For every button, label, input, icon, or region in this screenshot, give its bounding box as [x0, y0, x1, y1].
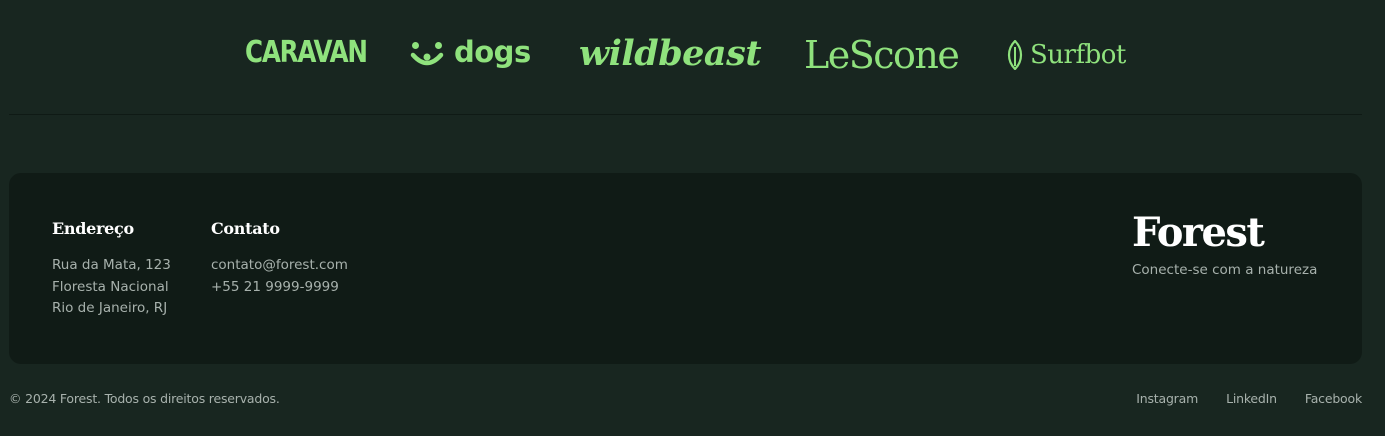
- linkedin-link[interactable]: LinkedIn: [1226, 391, 1277, 406]
- logo-surfbot: Surfbot: [1006, 40, 1126, 70]
- logo-dogs: dogs: [410, 34, 531, 72]
- brand-tagline: Conecte-se com a natureza: [1132, 262, 1318, 278]
- address-street: Rua da Mata, 123: [52, 257, 171, 273]
- leaf-icon: [1007, 40, 1023, 70]
- contact-title: Contato: [211, 219, 280, 238]
- contact-phone[interactable]: +55 21 9999-9999: [211, 277, 348, 299]
- brand-block: Forest Conecte-se com a natureza: [1132, 209, 1317, 278]
- logo-lescone: LeScone: [804, 33, 960, 77]
- logo-dogs-text: dogs: [454, 34, 531, 69]
- instagram-link[interactable]: Instagram: [1136, 391, 1198, 406]
- social-links: Instagram LinkedIn Facebook: [1136, 391, 1362, 406]
- address-area: Floresta Nacional: [52, 278, 169, 295]
- logo-surfbot-text: Surfbot: [1030, 40, 1126, 70]
- facebook-link[interactable]: Facebook: [1305, 391, 1362, 406]
- address-title: Endereço: [52, 219, 134, 238]
- logo-wildbeast: wildbeast: [579, 33, 761, 74]
- brand-name: Forest: [1132, 209, 1265, 256]
- address-column: Endereço Rua da Mata, 123 Floresta Nacio…: [52, 219, 171, 320]
- partner-logos: CARAVAN dogs wildbeast LeScone Surfbot: [0, 0, 1385, 114]
- address-city: Rio de Janeiro, RJ: [52, 300, 168, 316]
- contact-email[interactable]: contato@forest.com: [211, 255, 348, 277]
- section-divider: [9, 114, 1362, 115]
- contact-column: Contato contato@forest.com +55 21 9999-9…: [211, 219, 348, 298]
- page: CARAVAN dogs wildbeast LeScone Surfbot E…: [0, 0, 1385, 436]
- dog-face-icon: [410, 42, 444, 66]
- footer-card: Endereço Rua da Mata, 123 Floresta Nacio…: [9, 173, 1362, 364]
- logo-caravan: CARAVAN: [245, 35, 368, 70]
- copyright-text: © 2024 Forest. Todos os direitos reserva…: [9, 391, 280, 406]
